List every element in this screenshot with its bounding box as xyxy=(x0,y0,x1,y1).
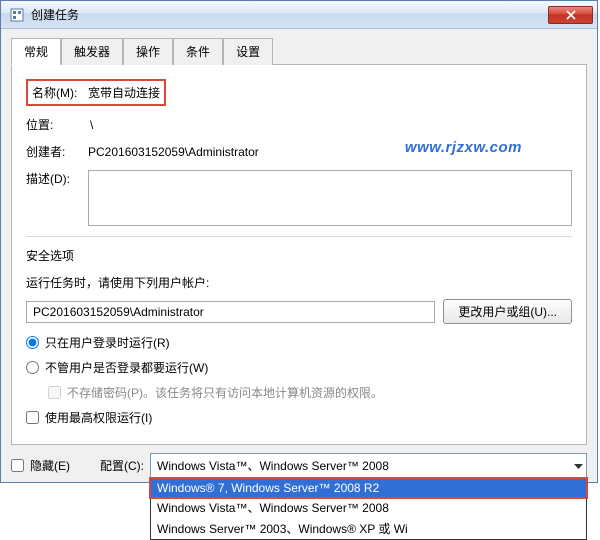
tab-actions[interactable]: 操作 xyxy=(123,38,173,65)
tab-strip: 常规 触发器 操作 条件 设置 xyxy=(11,37,587,65)
tab-conditions[interactable]: 条件 xyxy=(173,38,223,65)
highest-priv-label: 使用最高权限运行(I) xyxy=(45,409,152,426)
bottom-row: 隐藏(E) 配置(C): Windows Vista™、Windows Serv… xyxy=(11,445,587,482)
close-button[interactable] xyxy=(548,6,593,24)
name-highlight-box: 名称(M): 宽带自动连接 xyxy=(26,79,166,106)
client-area: 常规 触发器 操作 条件 设置 名称(M): 宽带自动连接 位置: \ 创建者:… xyxy=(1,29,597,482)
highest-priv-checkbox[interactable] xyxy=(26,411,39,424)
config-select[interactable]: Windows Vista™、Windows Server™ 2008 xyxy=(150,453,587,478)
radio-logged-off-row[interactable]: 不管用户是否登录都要运行(W) xyxy=(26,359,572,376)
config-option-2[interactable]: Windows Server™ 2003、Windows® XP 或 Wi xyxy=(151,518,586,539)
close-icon xyxy=(566,10,576,20)
window-title: 创建任务 xyxy=(31,6,548,23)
radio-logged-on[interactable] xyxy=(26,336,39,349)
titlebar[interactable]: 创建任务 xyxy=(1,1,597,29)
creator-label: 创建者: xyxy=(26,143,88,160)
radio-logged-off[interactable] xyxy=(26,361,39,374)
account-input[interactable] xyxy=(26,301,435,323)
account-row: 更改用户或组(U)... xyxy=(26,299,572,324)
tab-general[interactable]: 常规 xyxy=(11,38,61,65)
divider xyxy=(26,236,572,237)
name-label: 名称(M): xyxy=(32,84,88,101)
run-as-label: 运行任务时，请使用下列用户帐户: xyxy=(26,274,572,291)
radio-logged-on-row[interactable]: 只在用户登录时运行(R) xyxy=(26,334,572,351)
config-label: 配置(C): xyxy=(100,457,144,474)
watermark-text: www.rjzxw.com xyxy=(405,139,522,156)
option-highlight-box: Windows® 7, Windows Server™ 2008 R2 xyxy=(149,477,588,499)
hidden-checkbox[interactable] xyxy=(11,459,24,472)
security-options-title: 安全选项 xyxy=(26,247,572,264)
description-label: 描述(D): xyxy=(26,170,88,187)
store-password-label: 不存储密码(P)。该任务将只有访问本地计算机资源的权限。 xyxy=(67,384,383,401)
highest-priv-row[interactable]: 使用最高权限运行(I) xyxy=(26,409,572,426)
config-select-wrap: Windows Vista™、Windows Server™ 2008 Wind… xyxy=(150,453,587,478)
hidden-label: 隐藏(E) xyxy=(30,457,70,474)
radio-logged-off-label: 不管用户是否登录都要运行(W) xyxy=(45,359,208,376)
location-label: 位置: xyxy=(26,116,88,133)
creator-value: PC201603152059\Administrator xyxy=(88,145,259,159)
config-dropdown: Windows® 7, Windows Server™ 2008 R2 Wind… xyxy=(150,478,587,540)
tab-triggers[interactable]: 触发器 xyxy=(61,38,123,65)
name-row: 名称(M): 宽带自动连接 xyxy=(26,79,572,106)
tab-panel-general: 名称(M): 宽带自动连接 位置: \ 创建者: PC201603152059\… xyxy=(11,64,587,445)
description-row: 描述(D): xyxy=(26,170,572,226)
change-user-button[interactable]: 更改用户或组(U)... xyxy=(443,299,572,324)
name-value: 宽带自动连接 xyxy=(88,84,160,101)
dialog-window: 创建任务 常规 触发器 操作 条件 设置 名称(M): 宽带自动连接 位置: \ xyxy=(0,0,598,483)
location-row: 位置: \ xyxy=(26,116,572,133)
app-icon xyxy=(9,7,25,23)
config-option-0[interactable]: Windows® 7, Windows Server™ 2008 R2 xyxy=(151,479,586,497)
store-password-row: 不存储密码(P)。该任务将只有访问本地计算机资源的权限。 xyxy=(48,384,572,401)
config-option-1[interactable]: Windows Vista™、Windows Server™ 2008 xyxy=(151,497,586,518)
radio-logged-on-label: 只在用户登录时运行(R) xyxy=(45,334,170,351)
creator-row: 创建者: PC201603152059\Administrator www.rj… xyxy=(26,143,572,160)
store-password-checkbox xyxy=(48,386,61,399)
tab-settings[interactable]: 设置 xyxy=(223,38,273,65)
description-input[interactable] xyxy=(88,170,572,226)
location-value: \ xyxy=(88,118,93,132)
hidden-row[interactable]: 隐藏(E) xyxy=(11,457,70,474)
